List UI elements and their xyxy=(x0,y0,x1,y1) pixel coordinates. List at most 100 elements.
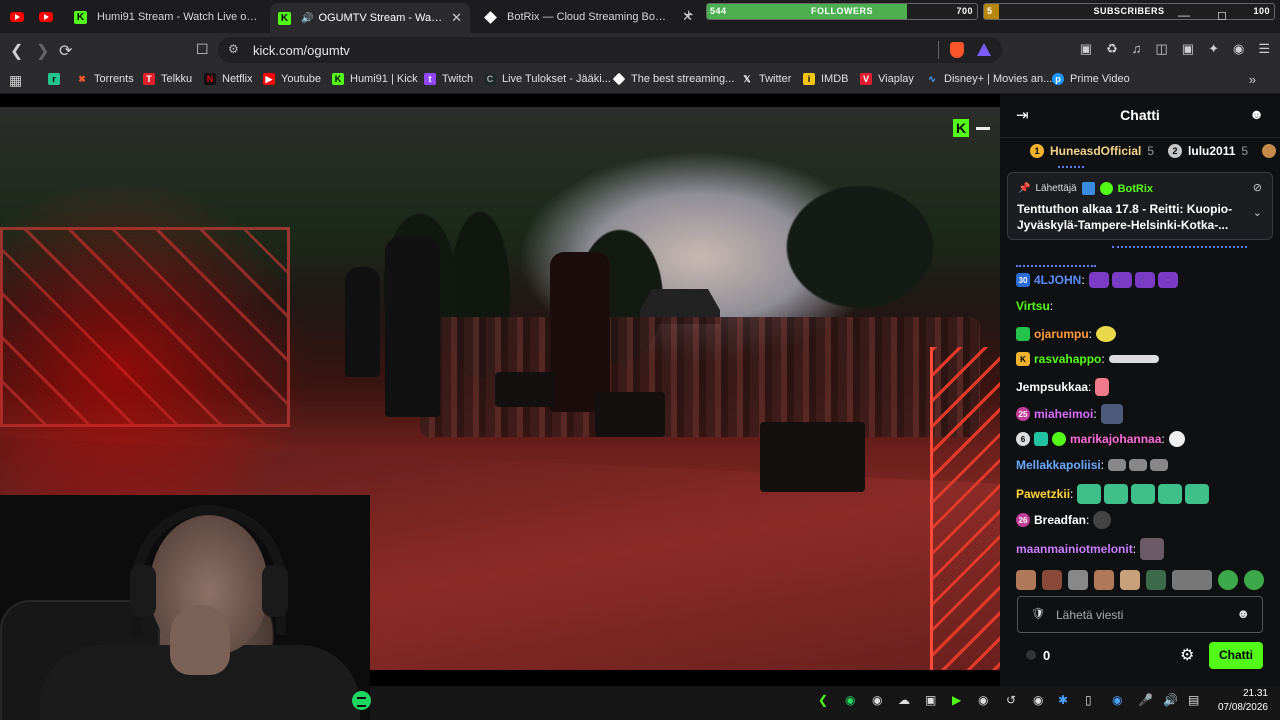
close-tab-icon[interactable]: ✕ xyxy=(443,10,462,26)
clock-date: 07/08/2026 xyxy=(1217,702,1268,713)
tray-app-icon[interactable]: ▣ xyxy=(925,693,936,707)
tray-play-icon[interactable]: ▶ xyxy=(952,693,961,707)
more-bookmarks-icon[interactable]: » xyxy=(1249,72,1256,87)
chat-message: Pawetzkii: xyxy=(1016,484,1212,504)
chat-username[interactable]: Jempsukkaa xyxy=(1016,380,1088,394)
sidebar-icon[interactable]: ◫ xyxy=(1156,41,1168,57)
tray-bluetooth-icon[interactable]: ✱ xyxy=(1058,693,1068,707)
chat-username[interactable]: rasvahappo xyxy=(1034,352,1101,366)
spotify-icon[interactable] xyxy=(352,691,371,710)
tray-network-icon[interactable]: ▤ xyxy=(1188,693,1199,707)
points-icon xyxy=(1026,650,1036,660)
reload-icon[interactable]: ⟳ xyxy=(59,41,72,61)
bookmark-torrents[interactable]: ✖ Torrents xyxy=(76,73,134,85)
chat-message: 25 miaheimoi: xyxy=(1016,404,1126,424)
tray-app2-icon[interactable]: ↺ xyxy=(1006,693,1016,707)
emoji-picker-icon[interactable]: ☻ xyxy=(1236,606,1250,621)
bookmark-viaplay[interactable]: V Viaplay xyxy=(860,73,914,85)
tray-discord-icon[interactable]: ◉ xyxy=(872,693,882,707)
chat-settings-gear-icon[interactable]: ⚙ xyxy=(1180,645,1194,665)
video-performer xyxy=(550,252,610,412)
bookmark-netflix[interactable]: N Netflix xyxy=(204,73,253,85)
bookmark-prime-video[interactable]: p Prime Video xyxy=(1052,73,1130,85)
tray-app3-icon[interactable]: ◉ xyxy=(1033,693,1043,707)
tray-mic-icon[interactable]: 🎤 xyxy=(1138,693,1153,707)
bookmark-youtube[interactable]: ▶ Youtube xyxy=(263,73,321,85)
send-chat-button[interactable]: Chatti xyxy=(1209,642,1263,669)
leader-name[interactable]: lulu2011 xyxy=(1188,144,1235,158)
user-list-icon[interactable]: ☻ xyxy=(1249,106,1264,122)
bookmark-twitch[interactable]: t Twitch xyxy=(424,73,473,85)
channel-points[interactable]: 0 xyxy=(1043,648,1050,663)
chat-username[interactable]: miaheimoi xyxy=(1034,407,1093,421)
wallet-icon[interactable]: ▣ xyxy=(1182,41,1194,57)
bookmark-twitter[interactable]: 𝕏 Twitter xyxy=(741,73,791,85)
chat-username[interactable]: marikajohannaa xyxy=(1070,432,1161,446)
extensions-icon[interactable]: ♻ xyxy=(1106,41,1118,57)
vpn-icon[interactable]: ◉ xyxy=(1233,41,1244,57)
bookmark-r[interactable]: r xyxy=(48,73,66,85)
speaker-icon[interactable]: 🔊 xyxy=(301,13,313,24)
pinned-message[interactable]: 📌 Lähettäjä BotRix Tenttuthon alkaa 17.8… xyxy=(1007,172,1273,240)
new-tab-button[interactable]: + xyxy=(684,7,693,25)
tab-ogumtv[interactable]: K 🔊 OGUMTV Stream - Watch Live on Kick ✕ xyxy=(270,3,470,33)
minimize-icon[interactable]: — xyxy=(1178,8,1190,22)
brave-shields-icon[interactable] xyxy=(950,42,964,58)
bookmark-best-streaming[interactable]: The best streaming... xyxy=(612,72,734,86)
tray-chevron-icon[interactable]: ❮ xyxy=(818,693,828,707)
chat-message-input[interactable]: 🛡 Lähetä viesti ☻ xyxy=(1017,596,1263,633)
chat-username[interactable]: ojarumpu xyxy=(1034,327,1089,341)
chat-username[interactable]: Virtsu xyxy=(1016,299,1050,313)
quick-emote[interactable] xyxy=(1172,570,1212,590)
bookmark-disney[interactable]: ∿ Disney+ | Movies an... xyxy=(926,73,1052,85)
quick-emote[interactable] xyxy=(1042,570,1062,590)
screenshot-icon[interactable]: ▣ xyxy=(1080,41,1092,57)
quick-emote[interactable] xyxy=(1094,570,1114,590)
quick-emote[interactable] xyxy=(1016,570,1036,590)
webcam-earcup xyxy=(130,565,156,617)
address-bar[interactable]: ⚙ kick.com/ogumtv xyxy=(218,37,1002,63)
menu-icon[interactable]: ☰ xyxy=(1258,41,1270,57)
site-info-icon[interactable]: ⚙ xyxy=(228,42,239,56)
bookmark-telkku[interactable]: T Telkku xyxy=(143,73,192,85)
chat-username[interactable]: Breadfan xyxy=(1034,513,1086,527)
quick-emote[interactable] xyxy=(1244,570,1264,590)
bookmark-icon[interactable]: ☐ xyxy=(196,41,209,58)
quick-emote[interactable] xyxy=(1146,570,1166,590)
bookmark-label: Torrents xyxy=(94,73,134,85)
bookmark-imdb[interactable]: i IMDB xyxy=(803,73,849,85)
brave-rewards-icon[interactable] xyxy=(977,43,991,56)
leader-name[interactable]: HuneasdOfficial xyxy=(1050,144,1141,158)
system-clock[interactable]: 21.31 07/08/2026 xyxy=(1208,687,1268,715)
quick-emote[interactable] xyxy=(1068,570,1088,590)
tray-steam-icon[interactable]: ◉ xyxy=(978,693,988,707)
chat-username[interactable]: Mellakkapoliisi xyxy=(1016,458,1101,472)
back-icon[interactable]: ❮ xyxy=(10,41,23,61)
tab-botrix[interactable]: BotRix — Cloud Streaming Bot for Twitch … xyxy=(476,4,701,30)
maximize-icon[interactable]: ◻ xyxy=(1217,8,1227,22)
hide-eye-icon[interactable]: ⊘ xyxy=(1253,181,1262,194)
music-icon[interactable]: ♫ xyxy=(1132,41,1142,57)
quick-emote[interactable] xyxy=(1120,570,1140,590)
bookmark-live-tulokset[interactable]: C Live Tulokset - Jääki... xyxy=(484,73,611,85)
forward-icon[interactable]: ❯ xyxy=(36,41,49,61)
apps-grid-icon[interactable]: ▦ xyxy=(9,72,22,89)
chat-username[interactable]: Pawetzkii xyxy=(1016,487,1070,501)
pinned-author[interactable]: BotRix xyxy=(1118,183,1153,195)
chat-username[interactable]: maanmainiotmelonit xyxy=(1016,542,1133,556)
pinned-tab-youtube-2[interactable] xyxy=(34,6,58,28)
tray-edge-icon[interactable]: ◉ xyxy=(1112,693,1122,707)
pin-icon: 📌 xyxy=(1018,183,1031,194)
tray-cloud-icon[interactable]: ☁ xyxy=(898,693,910,707)
tray-volume-icon[interactable]: 🔊 xyxy=(1163,693,1178,707)
chevron-down-icon[interactable]: ⌄ xyxy=(1253,206,1262,219)
tray-spotify-icon[interactable]: ◉ xyxy=(845,693,855,707)
quick-emote[interactable] xyxy=(1218,570,1238,590)
sub-badge-icon: 25 xyxy=(1016,407,1030,421)
bookmark-humi91-kick[interactable]: K Humi91 | Kick xyxy=(332,73,418,85)
tab-humi91[interactable]: K Humi91 Stream - Watch Live on Kick xyxy=(66,4,266,30)
chat-username[interactable]: 4LJOHN xyxy=(1034,273,1081,287)
tray-usb-icon[interactable]: ▯ xyxy=(1085,693,1092,707)
leo-icon[interactable]: ✦ xyxy=(1208,41,1219,57)
pinned-tab-youtube-1[interactable] xyxy=(5,6,29,28)
